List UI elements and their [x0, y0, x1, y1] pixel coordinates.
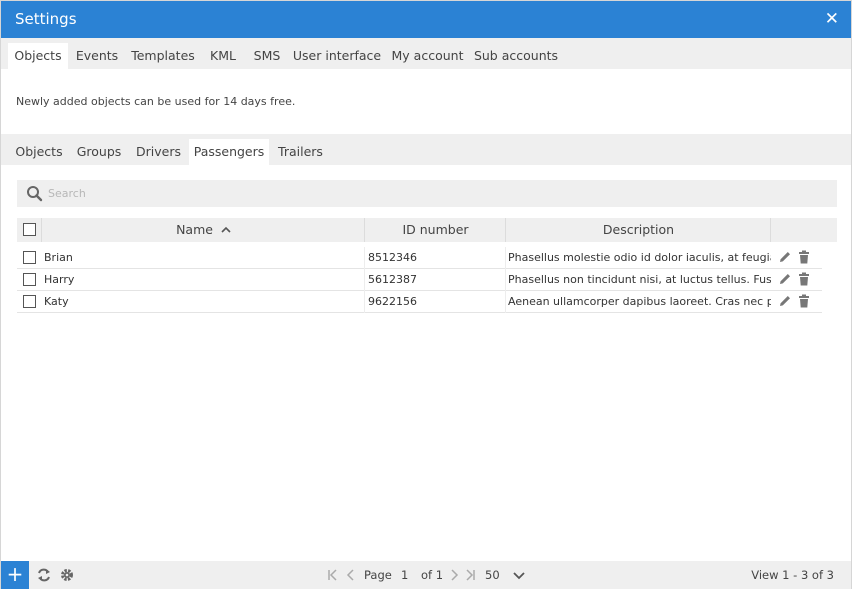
table-row[interactable]: Harry 5612387 Phasellus non tincidunt ni… — [17, 269, 822, 291]
table-row[interactable]: Katy 9622156 Aenean ullamcorper dapibus … — [17, 291, 822, 313]
page-total: of 1 — [421, 568, 444, 582]
tab-sub-accounts[interactable]: Sub accounts — [473, 43, 559, 69]
subtab-objects[interactable]: Objects — [11, 139, 67, 165]
tab-user-interface[interactable]: User interface — [292, 43, 382, 69]
settings-gear-icon[interactable] — [59, 567, 75, 583]
edit-icon[interactable] — [778, 250, 792, 264]
footer-toolbar: + Page 1 of 1 50 View 1 - 3 of 3 — [1, 561, 851, 589]
page-number-input[interactable]: 1 — [401, 568, 408, 582]
close-icon[interactable]: ✕ — [825, 9, 839, 29]
title-bar: Settings ✕ — [1, 1, 851, 38]
row-checkbox[interactable] — [23, 295, 36, 308]
table-row[interactable]: Brian 8512346 Phasellus molestie odio id… — [17, 247, 822, 269]
column-description-header[interactable]: Description — [505, 218, 771, 242]
info-text: Newly added objects can be used for 14 d… — [16, 95, 296, 108]
row-name: Harry — [44, 273, 75, 286]
last-page-icon[interactable] — [464, 569, 476, 581]
view-count: View 1 - 3 of 3 — [751, 568, 834, 582]
tab-kml[interactable]: KML — [204, 43, 242, 69]
tab-templates[interactable]: Templates — [128, 43, 198, 69]
search-input[interactable]: Search — [17, 180, 837, 207]
row-name: Katy — [44, 295, 69, 308]
dialog-title: Settings — [15, 10, 77, 28]
search-icon — [26, 185, 44, 203]
column-id-header[interactable]: ID number — [364, 218, 506, 242]
subtab-drivers[interactable]: Drivers — [132, 139, 185, 165]
subtab-trailers[interactable]: Trailers — [273, 139, 328, 165]
row-name: Brian — [44, 251, 73, 264]
add-button[interactable]: + — [1, 561, 29, 589]
settings-dialog: Settings ✕ Objects Events Templates KML … — [0, 0, 852, 589]
tab-objects[interactable]: Objects — [8, 43, 68, 69]
row-id: 8512346 — [364, 247, 506, 269]
select-all-checkbox[interactable] — [23, 223, 36, 236]
row-description: Phasellus molestie odio id dolor iaculis… — [505, 247, 771, 269]
tab-my-account[interactable]: My account — [389, 43, 466, 69]
row-description: Aenean ullamcorper dapibus laoreet. Cras… — [505, 291, 771, 313]
next-page-icon[interactable] — [448, 569, 460, 581]
main-tab-bar: Objects Events Templates KML SMS User in… — [1, 38, 851, 69]
row-id: 5612387 — [364, 269, 506, 291]
subtab-groups[interactable]: Groups — [72, 139, 126, 165]
subtab-passengers[interactable]: Passengers — [189, 139, 269, 165]
sub-tab-bar: Objects Groups Drivers Passengers Traile… — [1, 134, 851, 165]
prev-page-icon[interactable] — [345, 569, 357, 581]
refresh-icon[interactable] — [36, 567, 52, 583]
page-label: Page — [364, 568, 392, 582]
column-name-header[interactable]: Name — [41, 218, 365, 242]
row-description: Phasellus non tincidunt nisi, at luctus … — [505, 269, 771, 291]
column-actions-header — [770, 218, 837, 242]
delete-icon[interactable] — [797, 294, 811, 308]
delete-icon[interactable] — [797, 250, 811, 264]
table-header: Name ID number Description — [17, 218, 837, 242]
edit-icon[interactable] — [778, 272, 792, 286]
edit-icon[interactable] — [778, 294, 792, 308]
sort-ascending-icon — [221, 226, 231, 233]
first-page-icon[interactable] — [327, 569, 339, 581]
tab-sms[interactable]: SMS — [247, 43, 287, 69]
tab-events[interactable]: Events — [71, 43, 123, 69]
row-id: 9622156 — [364, 291, 506, 313]
delete-icon[interactable] — [797, 272, 811, 286]
row-checkbox[interactable] — [23, 273, 36, 286]
search-placeholder: Search — [48, 187, 86, 200]
column-name-label: Name — [176, 222, 213, 237]
chevron-down-icon[interactable] — [513, 569, 525, 581]
row-checkbox[interactable] — [23, 251, 36, 264]
page-size-select[interactable]: 50 — [485, 568, 500, 582]
